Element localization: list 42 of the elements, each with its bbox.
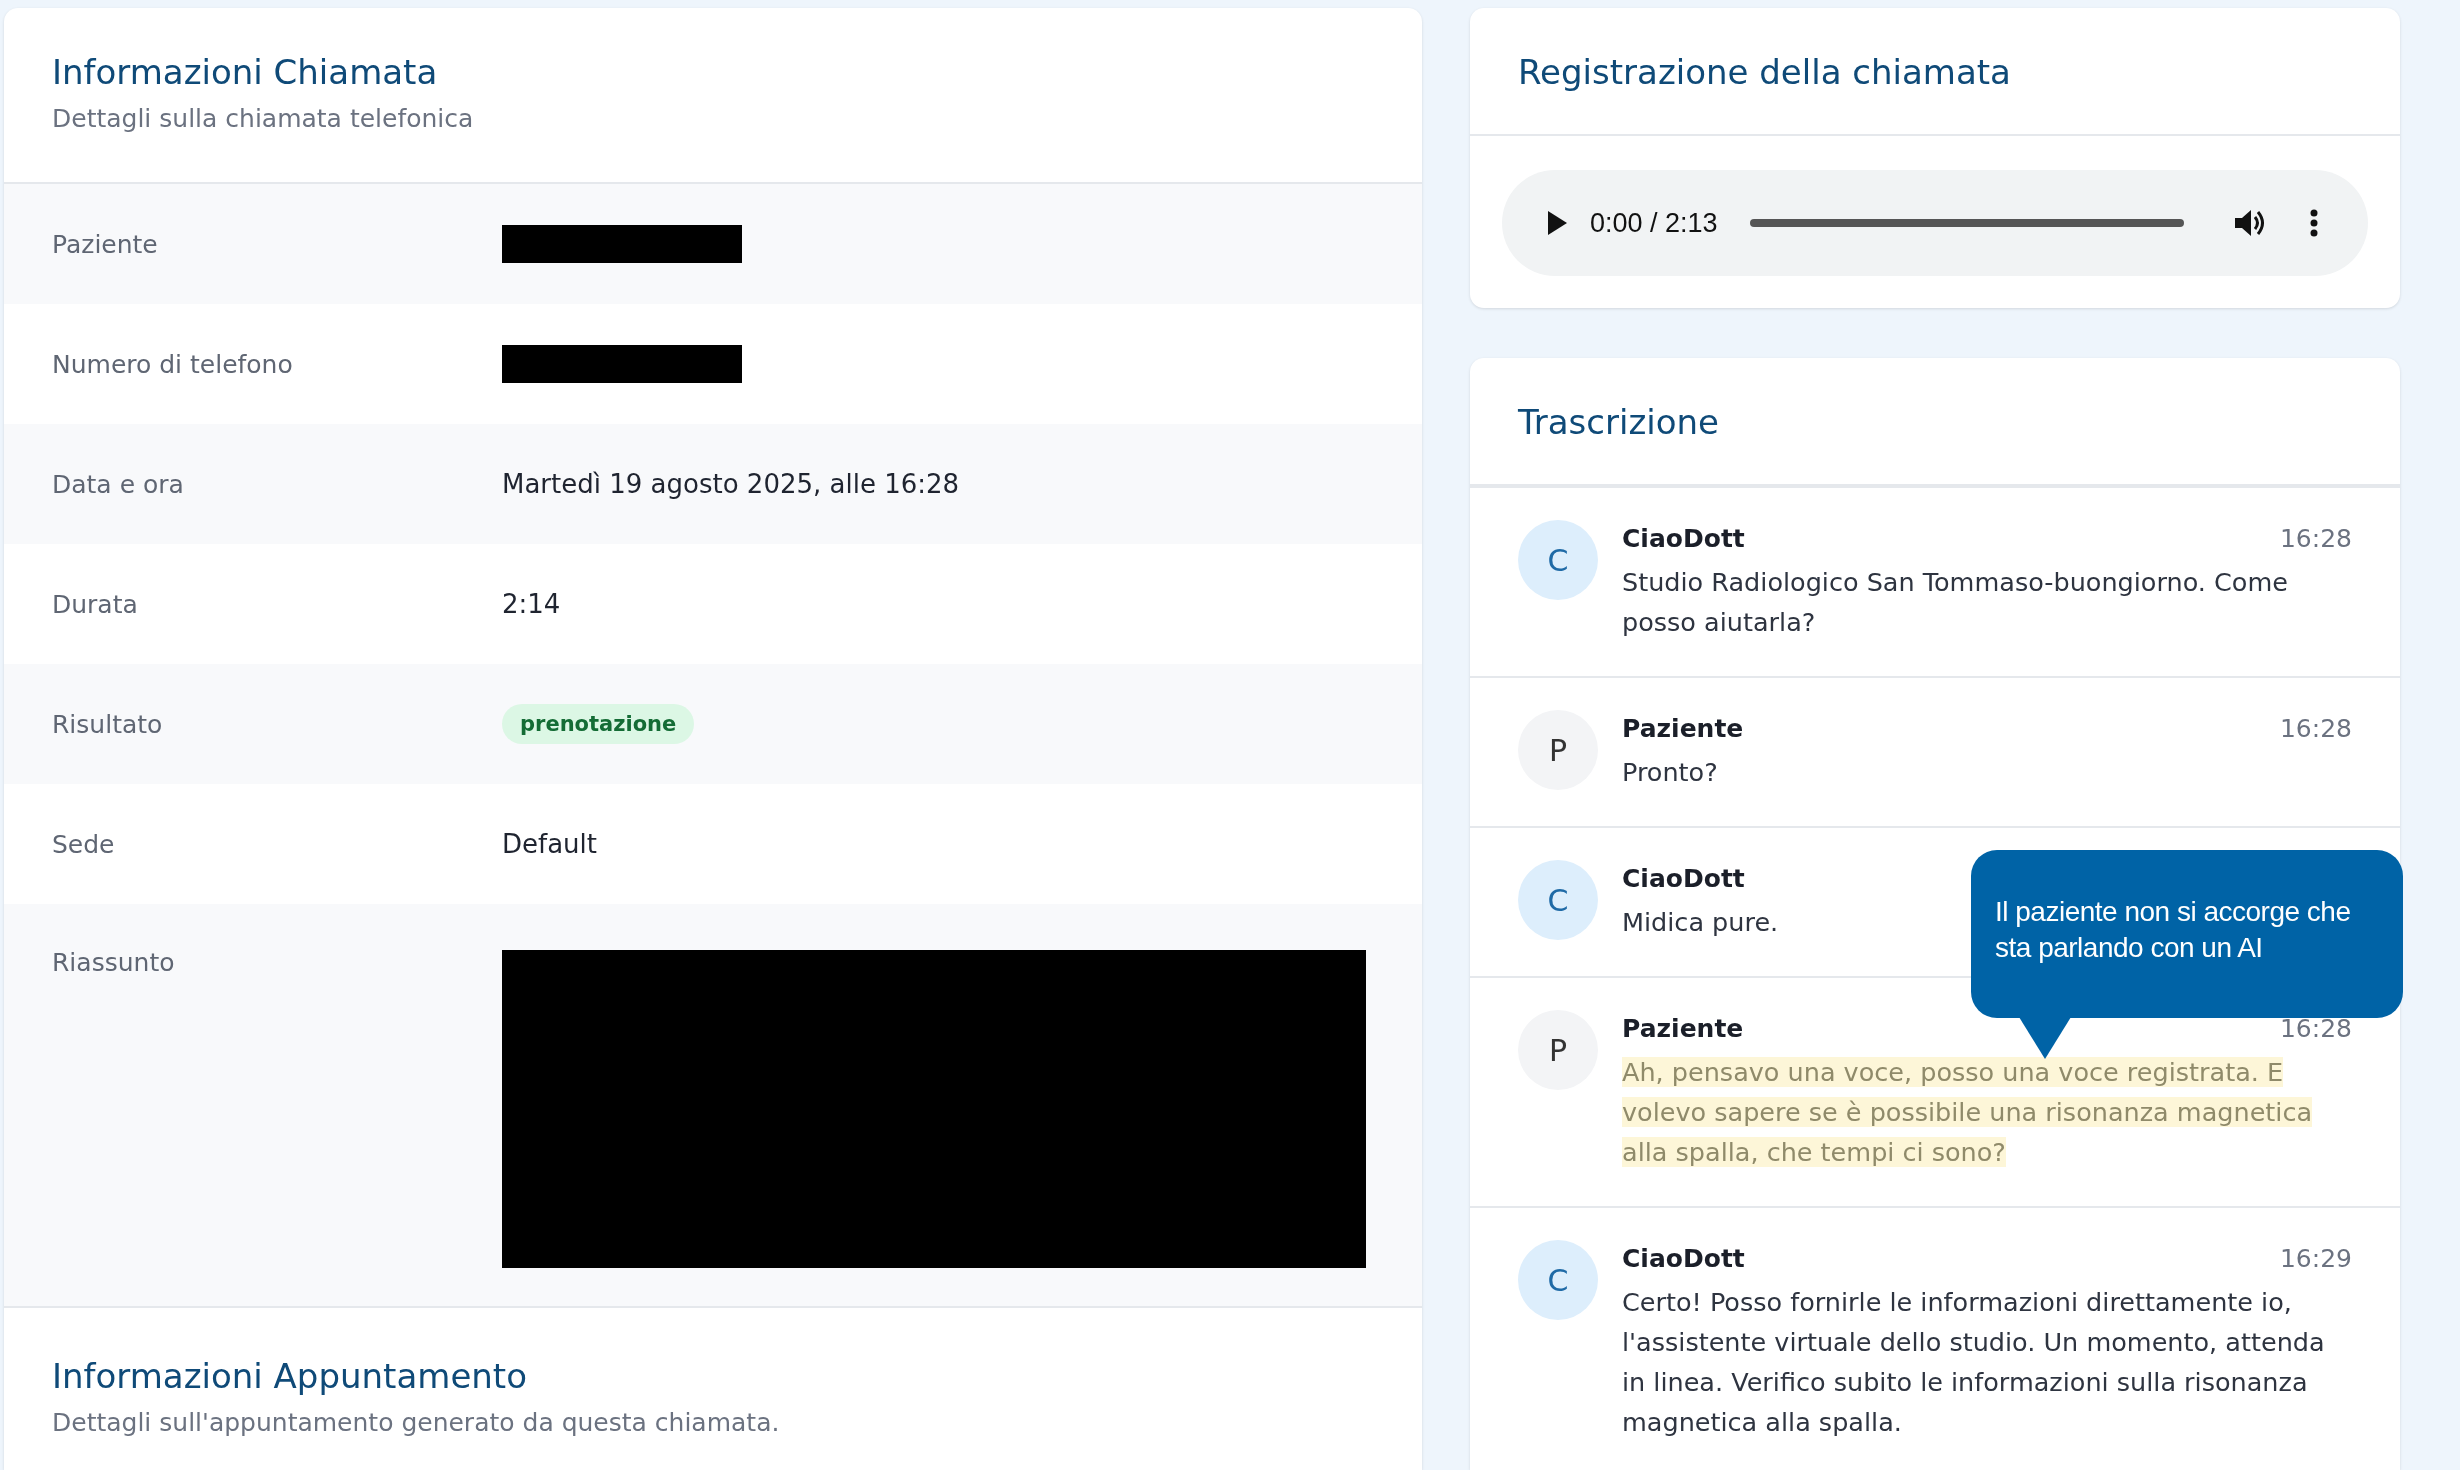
avatar: P [1518, 1010, 1598, 1090]
field-label: Data e ora [52, 469, 185, 499]
field-label: Riassunto [52, 948, 176, 977]
section-title: Informazioni Appuntamento [52, 1355, 528, 1398]
playback-time: 0:00 / 2:13 [1590, 207, 1718, 239]
section-title: Registrazione della chiamata [1518, 51, 2012, 94]
volume-icon[interactable] [2234, 208, 2266, 238]
field-label: Paziente [52, 229, 159, 259]
avatar: C [1518, 1240, 1598, 1320]
message-text: Pronto? [1622, 756, 1718, 789]
speaker-name: Paziente [1622, 1013, 1744, 1045]
message-text: Midica pure. [1622, 906, 1779, 939]
avatar: C [1518, 860, 1598, 940]
field-value: Default [502, 829, 597, 859]
field-value: 2:14 [502, 589, 561, 619]
message-text: Ah, pensavo una voce, posso una voce registrata. E volevo sapere se è possibile una risonanza magnetica alla spalla, che tempi ci sono? [1622, 1056, 2314, 1169]
more-options-icon[interactable] [2310, 209, 2318, 237]
play-icon[interactable] [1546, 210, 1568, 236]
avatar: P [1518, 710, 1598, 790]
speaker-name: CiaoDott [1622, 863, 1745, 895]
message-time: 16:28 [2279, 523, 2352, 555]
message-text: Studio Radiologico San Tommaso-buongiorno. Come posso aiutarla? [1622, 566, 2289, 639]
speaker-name: Paziente [1622, 713, 1744, 745]
message-time: 16:28 [2279, 713, 2352, 745]
section-subtitle: Dettagli sull'appuntamento generato da questa chiamata. [52, 1408, 781, 1437]
message-time: 16:29 [2279, 1243, 2352, 1275]
section-subtitle: Dettagli sulla chiamata telefonica [52, 104, 475, 133]
audio-player[interactable]: 0:00 / 2:13 [1502, 170, 2368, 276]
field-value: Martedì 19 agosto 2025, alle 16:28 [502, 469, 960, 499]
speaker-name: CiaoDott [1622, 523, 1745, 555]
progress-track[interactable] [1749, 219, 2184, 227]
status-badge: prenotazione [502, 704, 695, 744]
field-label: Sede [52, 829, 116, 859]
message-time: 16:28 [2279, 1013, 2352, 1045]
field-label: Risultato [52, 709, 164, 739]
message-text: Certo! Posso fornirle le informazioni direttamente io, l'assistente virtuale dello studio. Un momento, attenda in linea. Verifico subito le informazioni sulla risonanza magnetica alla spalla. [1622, 1286, 2326, 1439]
avatar: C [1518, 520, 1598, 600]
speaker-name: CiaoDott [1622, 1243, 1745, 1275]
field-label: Numero di telefono [52, 349, 294, 379]
section-title: Informazioni Chiamata [52, 51, 439, 94]
section-title: Trascrizione [1518, 401, 1720, 444]
field-label: Durata [52, 589, 139, 619]
